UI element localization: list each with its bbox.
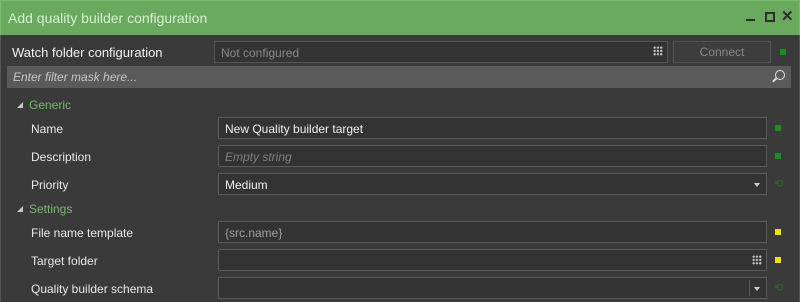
collapse-triangle-icon[interactable] — [17, 102, 23, 108]
watch-folder-field[interactable]: Not configured — [214, 41, 668, 63]
name-field[interactable]: New Quality builder target — [218, 117, 767, 139]
quality-builder-schema-label: Quality builder schema — [31, 282, 154, 296]
close-icon[interactable]: ✕ — [781, 9, 795, 25]
title-bar[interactable]: Add quality builder configuration ✕ — [0, 0, 800, 35]
description-field[interactable]: Empty string — [218, 145, 767, 167]
group-label-settings: Settings — [29, 202, 73, 216]
group-header-generic[interactable]: Generic — [17, 98, 71, 112]
chevron-down-icon[interactable] — [754, 287, 760, 291]
watch-folder-placeholder: Not configured — [221, 46, 300, 60]
grid-icon[interactable] — [653, 46, 663, 56]
name-status-indicator — [775, 125, 781, 131]
watch-folder-label: Watch folder configuration — [12, 45, 163, 60]
target-folder-label: Target folder — [31, 254, 98, 268]
description-label: Description — [31, 150, 92, 164]
reset-icon[interactable]: ⟲ — [774, 177, 783, 190]
chevron-down-icon[interactable] — [754, 183, 760, 187]
target-folder-field[interactable] — [218, 249, 767, 271]
description-placeholder: Empty string — [225, 150, 292, 164]
priority-value: Medium — [225, 178, 268, 192]
file-name-template-field[interactable]: {src.name} — [218, 221, 767, 243]
file-name-template-label: File name template — [31, 226, 134, 240]
connect-button[interactable]: Connect — [673, 41, 771, 63]
reset-icon[interactable]: ⟲ — [774, 281, 783, 294]
file-name-template-status-indicator — [775, 229, 781, 235]
name-label: Name — [31, 122, 64, 136]
filter-placeholder: Enter filter mask here... — [13, 70, 138, 84]
grid-icon[interactable] — [752, 255, 762, 265]
quality-builder-schema-dropdown[interactable] — [218, 277, 767, 299]
filter-input[interactable]: Enter filter mask here... — [7, 66, 791, 88]
group-label-generic: Generic — [29, 98, 72, 112]
name-value: New Quality builder target — [225, 122, 364, 136]
watch-folder-status-indicator — [780, 49, 786, 55]
search-icon[interactable] — [775, 70, 785, 80]
collapse-triangle-icon[interactable] — [17, 206, 23, 212]
minimize-icon[interactable] — [744, 9, 758, 25]
maximize-icon[interactable] — [763, 9, 777, 25]
window-title: Add quality builder configuration — [8, 10, 208, 26]
priority-dropdown[interactable]: Medium — [218, 173, 767, 195]
group-header-settings[interactable]: Settings — [17, 202, 72, 216]
dropdown-divider — [749, 280, 750, 296]
description-status-indicator — [775, 153, 781, 159]
priority-label: Priority — [31, 178, 69, 192]
file-name-template-value: {src.name} — [225, 226, 283, 240]
target-folder-status-indicator — [775, 257, 781, 263]
